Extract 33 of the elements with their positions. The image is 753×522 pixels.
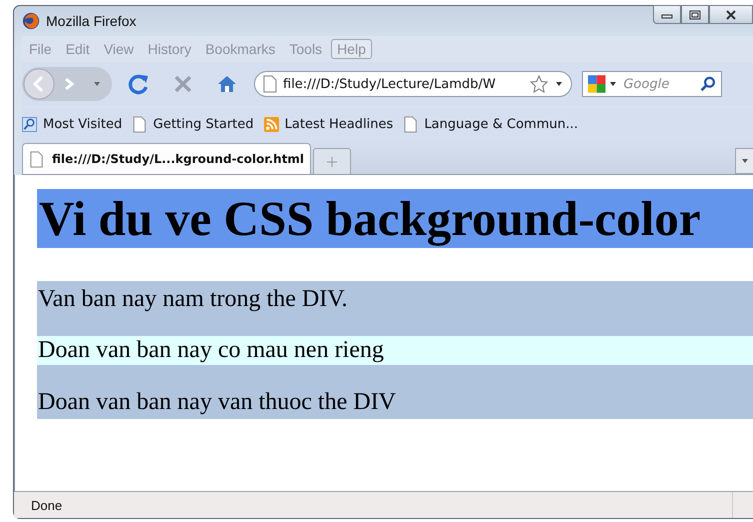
colored-paragraph: Doan van ban nay co mau nen rieng <box>37 336 753 365</box>
close-icon <box>725 10 737 20</box>
bookmark-item[interactable]: Language & Commun... <box>403 116 578 132</box>
page-heading: Vi du ve CSS background-color <box>37 189 753 248</box>
page-icon <box>29 150 44 168</box>
minimize-button[interactable] <box>653 5 681 24</box>
address-field[interactable]: file:///D:/Study/Lecture/Lamdb/W <box>254 71 572 97</box>
search-engine-icon[interactable] <box>587 74 606 94</box>
bookmark-item[interactable]: Latest Headlines <box>264 116 394 132</box>
star-icon[interactable] <box>529 74 549 94</box>
plus-icon <box>327 156 338 166</box>
div-text: Doan van ban nay van thuoc the DIV <box>37 388 397 417</box>
maximize-button[interactable] <box>681 5 709 24</box>
dropdown-icon[interactable] <box>609 81 618 87</box>
bookmark-item[interactable]: Most Visited <box>22 116 122 132</box>
page-icon <box>403 116 418 132</box>
bookmark-item[interactable]: Getting Started <box>132 116 254 132</box>
feed-icon <box>264 116 279 132</box>
status-text: Done <box>31 498 62 512</box>
tab-list-button[interactable] <box>735 148 753 174</box>
dropdown-icon[interactable] <box>555 81 563 87</box>
search-icon[interactable] <box>699 75 717 93</box>
reload-icon[interactable] <box>127 72 151 96</box>
search-field[interactable]: Google <box>582 71 722 97</box>
page-icon <box>132 116 148 132</box>
div-text: Van ban nay nam trong the DIV. <box>37 285 348 314</box>
firefox-logo-icon <box>22 12 40 30</box>
page-icon <box>263 75 277 93</box>
maximize-icon <box>689 10 701 20</box>
window-title: Mozilla Firefox <box>46 13 136 29</box>
browser-tab[interactable]: file:///D:/Study/L...kground-color.html <box>22 143 312 174</box>
dropdown-icon <box>740 158 748 164</box>
close-button[interactable] <box>709 5 753 24</box>
